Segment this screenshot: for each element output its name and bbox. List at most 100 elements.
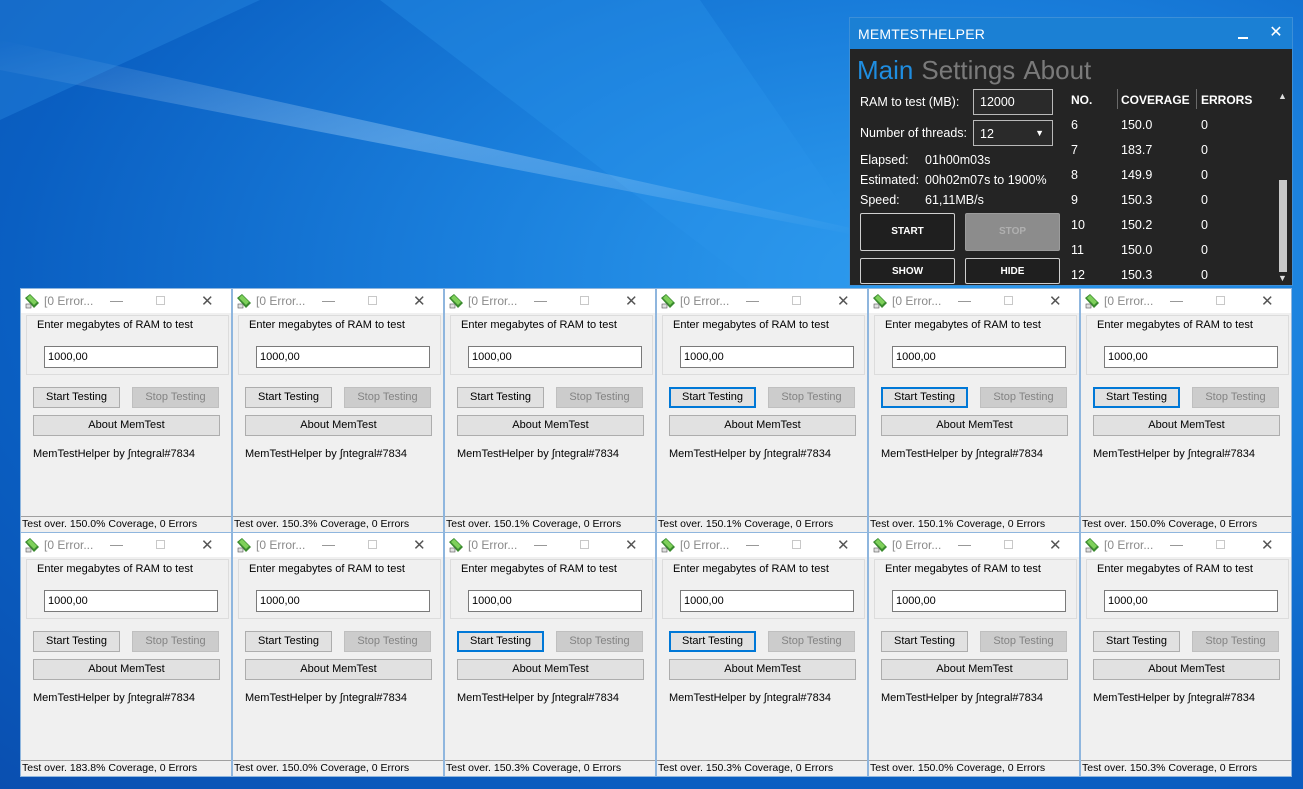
minimize-icon[interactable]: — [958, 293, 971, 308]
stop-testing-button[interactable]: Stop Testing [556, 631, 643, 652]
maximize-icon[interactable] [1216, 540, 1225, 549]
stop-testing-button[interactable]: Stop Testing [132, 631, 219, 652]
close-icon[interactable]: ✕ [625, 536, 638, 554]
stop-testing-button[interactable]: Stop Testing [1192, 387, 1279, 408]
minimize-icon[interactable] [1235, 24, 1251, 42]
minimize-icon[interactable]: — [534, 537, 547, 552]
start-testing-button[interactable]: Start Testing [245, 387, 332, 408]
maximize-icon[interactable] [368, 540, 377, 549]
about-memtest-button[interactable]: About MemTest [881, 659, 1068, 680]
close-icon[interactable]: ✕ [413, 536, 426, 554]
ram-megabytes-input[interactable]: 1000,00 [1104, 590, 1278, 612]
maximize-icon[interactable] [792, 540, 801, 549]
about-memtest-button[interactable]: About MemTest [1093, 415, 1280, 436]
about-memtest-button[interactable]: About MemTest [1093, 659, 1280, 680]
minimize-icon[interactable]: — [958, 537, 971, 552]
memtest-titlebar[interactable]: [0 Error... — ✕ [445, 289, 655, 313]
start-testing-button[interactable]: Start Testing [33, 387, 120, 408]
start-testing-button[interactable]: Start Testing [245, 631, 332, 652]
start-testing-button[interactable]: Start Testing [457, 631, 544, 652]
about-memtest-button[interactable]: About MemTest [245, 415, 432, 436]
about-memtest-button[interactable]: About MemTest [245, 659, 432, 680]
about-memtest-button[interactable]: About MemTest [33, 659, 220, 680]
stop-testing-button[interactable]: Stop Testing [768, 387, 855, 408]
column-divider[interactable] [1196, 89, 1197, 109]
tab-about[interactable]: About [1023, 55, 1091, 85]
minimize-icon[interactable]: — [534, 293, 547, 308]
start-testing-button[interactable]: Start Testing [669, 387, 756, 408]
close-icon[interactable]: ✕ [1267, 22, 1285, 42]
ram-input[interactable]: 12000 [973, 89, 1053, 115]
table-row[interactable]: 6 150.0 0 [1060, 118, 1280, 143]
close-icon[interactable]: ✕ [1261, 536, 1274, 554]
start-testing-button[interactable]: Start Testing [457, 387, 544, 408]
stop-testing-button[interactable]: Stop Testing [344, 387, 431, 408]
start-testing-button[interactable]: Start Testing [881, 631, 968, 652]
start-testing-button[interactable]: Start Testing [33, 631, 120, 652]
memtest-titlebar[interactable]: [0 Error... — ✕ [1081, 533, 1291, 557]
table-row[interactable]: 8 149.9 0 [1060, 168, 1280, 193]
stop-testing-button[interactable]: Stop Testing [980, 387, 1067, 408]
table-scrollbar[interactable]: ▲ ▼ [1277, 89, 1289, 285]
ram-megabytes-input[interactable]: 1000,00 [44, 590, 218, 612]
minimize-icon[interactable]: — [1170, 293, 1183, 308]
memtest-titlebar[interactable]: [0 Error... — ✕ [445, 533, 655, 557]
ram-megabytes-input[interactable]: 1000,00 [256, 346, 430, 368]
minimize-icon[interactable]: — [110, 537, 123, 552]
about-memtest-button[interactable]: About MemTest [457, 659, 644, 680]
mth-titlebar[interactable]: MEMTESTHELPER ✕ [850, 18, 1292, 49]
stop-button[interactable]: STOP [965, 213, 1060, 251]
show-button[interactable]: SHOW [860, 258, 955, 284]
start-testing-button[interactable]: Start Testing [669, 631, 756, 652]
close-icon[interactable]: ✕ [837, 292, 850, 310]
table-row[interactable]: 9 150.3 0 [1060, 193, 1280, 218]
maximize-icon[interactable] [792, 296, 801, 305]
ram-megabytes-input[interactable]: 1000,00 [468, 590, 642, 612]
table-row[interactable]: 7 183.7 0 [1060, 143, 1280, 168]
stop-testing-button[interactable]: Stop Testing [132, 387, 219, 408]
maximize-icon[interactable] [1216, 296, 1225, 305]
close-icon[interactable]: ✕ [201, 292, 214, 310]
minimize-icon[interactable]: — [322, 537, 335, 552]
close-icon[interactable]: ✕ [625, 292, 638, 310]
ram-megabytes-input[interactable]: 1000,00 [892, 346, 1066, 368]
about-memtest-button[interactable]: About MemTest [669, 415, 856, 436]
scroll-down-icon[interactable]: ▼ [1278, 273, 1287, 283]
stop-testing-button[interactable]: Stop Testing [1192, 631, 1279, 652]
stop-testing-button[interactable]: Stop Testing [556, 387, 643, 408]
minimize-icon[interactable]: — [746, 293, 759, 308]
ram-megabytes-input[interactable]: 1000,00 [680, 590, 854, 612]
table-header-coverage[interactable]: COVERAGE [1121, 93, 1190, 107]
table-header-errors[interactable]: ERRORS [1201, 93, 1252, 107]
close-icon[interactable]: ✕ [201, 536, 214, 554]
maximize-icon[interactable] [368, 296, 377, 305]
memtest-titlebar[interactable]: [0 Error... — ✕ [21, 533, 231, 557]
threads-select[interactable]: 12 ▼ [973, 120, 1053, 146]
tab-main[interactable]: Main [857, 55, 913, 85]
maximize-icon[interactable] [580, 296, 589, 305]
maximize-icon[interactable] [1004, 296, 1013, 305]
stop-testing-button[interactable]: Stop Testing [344, 631, 431, 652]
close-icon[interactable]: ✕ [413, 292, 426, 310]
scroll-up-icon[interactable]: ▲ [1278, 91, 1287, 101]
stop-testing-button[interactable]: Stop Testing [980, 631, 1067, 652]
about-memtest-button[interactable]: About MemTest [669, 659, 856, 680]
memtest-titlebar[interactable]: [0 Error... — ✕ [657, 289, 867, 313]
memtest-titlebar[interactable]: [0 Error... — ✕ [1081, 289, 1291, 313]
table-row[interactable]: 11 150.0 0 [1060, 243, 1280, 268]
ram-megabytes-input[interactable]: 1000,00 [1104, 346, 1278, 368]
close-icon[interactable]: ✕ [837, 536, 850, 554]
ram-megabytes-input[interactable]: 1000,00 [256, 590, 430, 612]
maximize-icon[interactable] [1004, 540, 1013, 549]
table-row[interactable]: 10 150.2 0 [1060, 218, 1280, 243]
column-divider[interactable] [1117, 89, 1118, 109]
table-header-no[interactable]: NO. [1071, 93, 1092, 107]
ram-megabytes-input[interactable]: 1000,00 [680, 346, 854, 368]
memtest-titlebar[interactable]: [0 Error... — ✕ [21, 289, 231, 313]
scrollbar-thumb[interactable] [1279, 180, 1287, 272]
start-button[interactable]: START [860, 213, 955, 251]
about-memtest-button[interactable]: About MemTest [457, 415, 644, 436]
memtest-titlebar[interactable]: [0 Error... — ✕ [869, 289, 1079, 313]
tab-settings[interactable]: Settings [921, 55, 1015, 85]
memtest-titlebar[interactable]: [0 Error... — ✕ [233, 289, 443, 313]
